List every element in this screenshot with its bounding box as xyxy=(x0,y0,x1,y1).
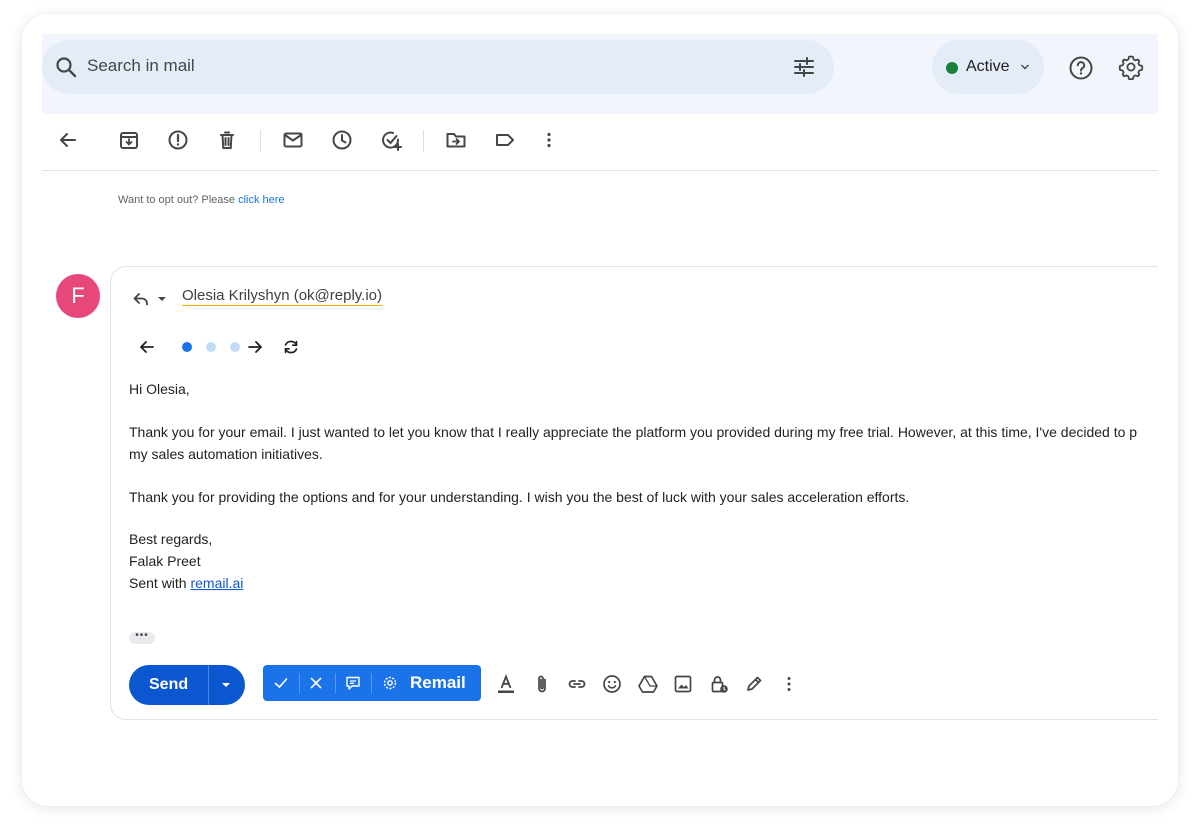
remail-label[interactable]: Remail xyxy=(410,673,466,693)
pager-dot-active[interactable] xyxy=(182,342,192,352)
top-bar: Search in mail Active xyxy=(42,34,1158,114)
refresh-icon[interactable] xyxy=(281,337,301,357)
recipient-chip[interactable]: Olesia Krilyshyn (ok@reply.io) xyxy=(182,287,383,306)
status-selector[interactable]: Active xyxy=(932,40,1044,94)
check-icon[interactable] xyxy=(272,674,290,692)
chevron-down-icon xyxy=(1021,64,1029,70)
optout-link[interactable]: click here xyxy=(238,194,284,206)
gmail-content: Search in mail Active Want to opt out? P… xyxy=(42,34,1158,806)
sent-with-text: Sent with xyxy=(129,575,187,591)
close-icon[interactable] xyxy=(307,674,325,692)
add-task-icon[interactable] xyxy=(379,128,403,152)
delete-icon[interactable] xyxy=(215,128,239,152)
reply-compose: Olesia Krilyshyn (ok@reply.io) Hi Olesia… xyxy=(110,266,1158,720)
google-drive-icon[interactable] xyxy=(637,673,659,695)
remail-settings-icon[interactable] xyxy=(381,674,399,692)
insert-signature-icon[interactable] xyxy=(743,673,765,695)
email-paragraph: Thank you for providing the options and … xyxy=(129,489,910,505)
email-signoff: Best regards, xyxy=(129,531,213,547)
send-label: Send xyxy=(149,676,189,693)
insert-emoji-icon[interactable] xyxy=(601,673,623,695)
search-input[interactable]: Search in mail xyxy=(87,56,195,76)
remail-toolbar: Remail xyxy=(263,665,481,701)
search-bar[interactable]: Search in mail xyxy=(42,40,834,94)
label-icon[interactable] xyxy=(493,128,517,152)
search-icon[interactable] xyxy=(54,55,78,79)
attach-file-icon[interactable] xyxy=(531,673,553,695)
insert-link-icon[interactable] xyxy=(566,673,588,695)
archive-icon[interactable] xyxy=(117,128,141,152)
schedule-send-dropdown-icon[interactable] xyxy=(221,680,231,690)
status-label: Active xyxy=(966,58,1010,75)
tune-icon[interactable] xyxy=(792,55,816,79)
avatar[interactable]: F xyxy=(56,274,100,318)
insert-photo-icon[interactable] xyxy=(672,673,694,695)
email-paragraph-line: Thank you for your email. I just wanted … xyxy=(129,424,1138,440)
email-signature: Sent with remail.ai xyxy=(129,575,243,591)
back-arrow-icon[interactable] xyxy=(56,128,80,152)
formatting-options-icon[interactable] xyxy=(495,673,517,695)
optout-line: Want to opt out? Please click here xyxy=(118,194,285,206)
arrow-left-icon[interactable] xyxy=(137,337,157,357)
more-vert-icon[interactable] xyxy=(537,128,561,152)
pager-dot[interactable] xyxy=(230,342,240,352)
remail-variant-pager xyxy=(137,337,307,357)
move-to-icon[interactable] xyxy=(444,128,468,152)
show-trimmed-content-button[interactable]: ••• xyxy=(129,631,155,644)
remail-divider xyxy=(371,673,372,693)
snooze-icon[interactable] xyxy=(330,128,354,152)
send-button[interactable]: Send xyxy=(129,665,245,705)
toolbar-divider xyxy=(260,130,261,152)
arrow-right-icon[interactable] xyxy=(245,337,265,357)
feedback-icon[interactable] xyxy=(344,674,362,692)
settings-gear-icon[interactable] xyxy=(1118,54,1144,80)
send-divider xyxy=(208,665,209,705)
pager-dot[interactable] xyxy=(206,342,216,352)
confidential-mode-icon[interactable] xyxy=(708,673,730,695)
message-toolbar xyxy=(42,114,1158,171)
mark-unread-icon[interactable] xyxy=(281,128,305,152)
report-spam-icon[interactable] xyxy=(166,128,190,152)
email-sender-name: Falak Preet xyxy=(129,553,201,569)
email-greeting: Hi Olesia, xyxy=(129,381,190,397)
remail-divider xyxy=(299,673,300,693)
gmail-window: Search in mail Active Want to opt out? P… xyxy=(22,14,1178,806)
help-icon[interactable] xyxy=(1068,55,1094,81)
reply-icon[interactable] xyxy=(131,289,151,309)
toolbar-divider xyxy=(423,130,424,152)
more-options-icon[interactable] xyxy=(778,673,800,695)
status-dot xyxy=(946,62,958,74)
remail-link[interactable]: remail.ai xyxy=(190,575,243,591)
reply-type-dropdown-icon[interactable] xyxy=(157,294,167,304)
remail-divider xyxy=(335,673,336,693)
optout-text: Want to opt out? Please xyxy=(118,194,235,206)
email-paragraph-line: my sales automation initiatives. xyxy=(129,446,323,462)
